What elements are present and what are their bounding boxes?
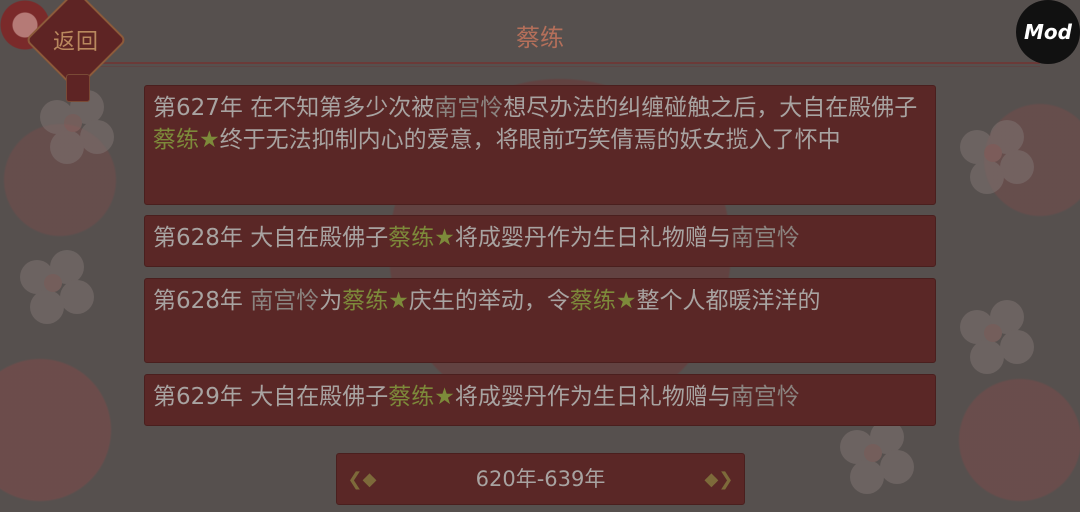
header-divider [100, 62, 1040, 64]
protagonist-name: 蔡练 [388, 384, 435, 410]
event-entry: 第627年 在不知第多少次被南宫怜想尽办法的纠缠碰触之后，大自在殿佛子蔡练★终于… [144, 85, 936, 205]
star-icon: ★ [199, 127, 220, 153]
back-button[interactable]: 返回 [25, 0, 127, 102]
star-icon: ★ [615, 288, 637, 314]
left-ornament-icon: ❮◆ [347, 469, 377, 490]
event-year: 第627年 [153, 95, 243, 121]
event-text: 将成婴丹作为生日礼物赠与 [454, 225, 731, 251]
event-text: 大自在殿佛子 [250, 225, 389, 251]
character-name: 南宫怜 [730, 225, 800, 251]
event-year: 第628年 [153, 288, 243, 314]
tassel-ornament-icon [66, 74, 90, 102]
right-ornament-icon: ◆❯ [704, 469, 734, 490]
star-icon: ★ [388, 288, 409, 314]
mod-badge[interactable]: Mod [1016, 0, 1080, 64]
page-title: 蔡练 [516, 24, 564, 52]
event-year: 第628年 [153, 225, 243, 251]
year-range-selector[interactable]: ❮◆ 620年-639年 ◆❯ [336, 453, 745, 505]
protagonist-name: 蔡练 [388, 225, 435, 251]
event-text: 想尽办法的纠缠碰触之后，大自在殿佛子 [503, 95, 918, 121]
back-button-label: 返回 [52, 30, 99, 55]
event-text: 庆生的举动，令 [408, 288, 570, 314]
protagonist-name: 蔡练 [153, 127, 199, 153]
event-entry: 第628年 南宫怜为蔡练★庆生的举动，令蔡练★整个人都暖洋洋的 [144, 278, 936, 363]
event-text: 为 [319, 288, 343, 314]
event-text: 将成婴丹作为生日礼物赠与 [454, 384, 731, 410]
header-divider [100, 66, 1040, 67]
protagonist-name: 蔡练 [342, 288, 389, 314]
protagonist-name: 蔡练 [569, 288, 616, 314]
event-text: 整个人都暖洋洋的 [636, 288, 821, 314]
event-entry: 第628年 大自在殿佛子蔡练★将成婴丹作为生日礼物赠与南宫怜 [144, 215, 936, 267]
star-icon: ★ [434, 225, 455, 251]
event-year: 第629年 [153, 384, 243, 410]
event-text: 在不知第多少次被 [250, 95, 435, 121]
event-entry: 第629年 大自在殿佛子蔡练★将成婴丹作为生日礼物赠与南宫怜 [144, 374, 936, 426]
event-text: 终于无法抑制内心的爱意，将眼前巧笑倩焉的妖女揽入了怀中 [219, 127, 841, 153]
character-name: 南宫怜 [250, 288, 320, 314]
event-text: 大自在殿佛子 [250, 384, 389, 410]
star-icon: ★ [434, 384, 455, 410]
character-name: 南宫怜 [730, 384, 800, 410]
year-range-label: 620年-639年 [475, 467, 606, 491]
character-name: 南宫怜 [434, 95, 504, 121]
